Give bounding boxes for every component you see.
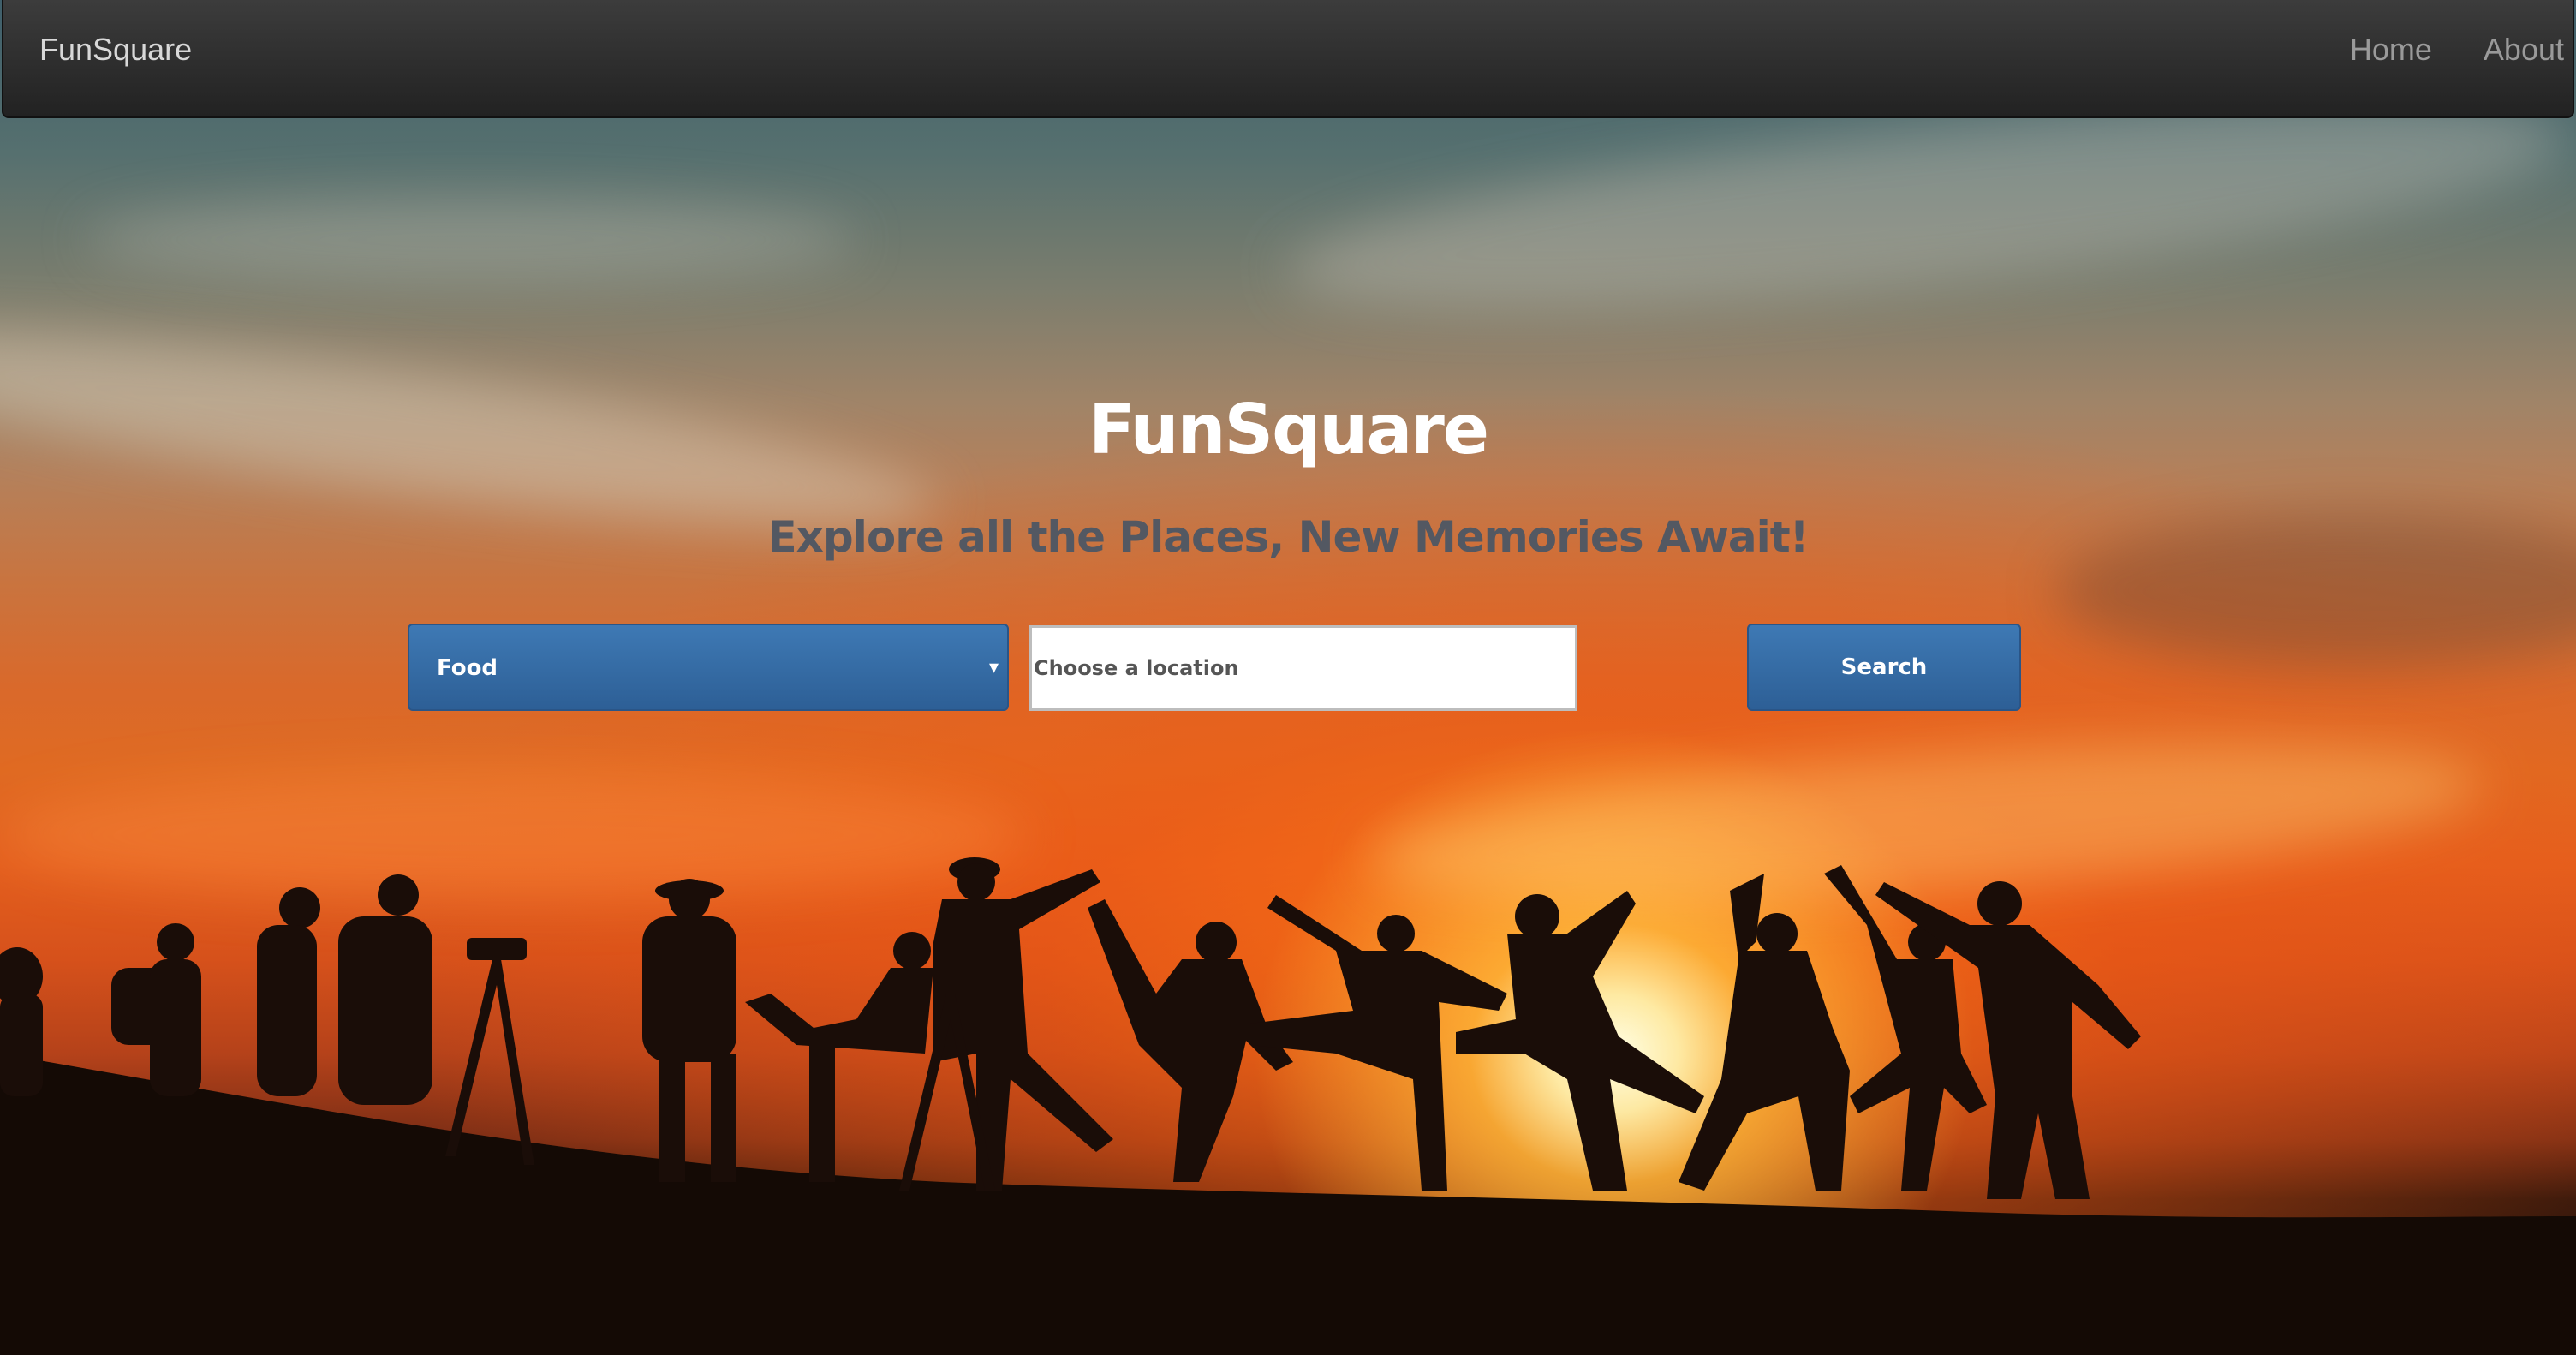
category-select[interactable]: Food ▾	[408, 624, 1009, 711]
hero-title: FunSquare	[1088, 390, 1489, 469]
page: FunSquare Home About FunSquare Explore a…	[0, 0, 2576, 1355]
nav-link-home[interactable]: Home	[2350, 31, 2432, 69]
top-navbar: FunSquare Home About	[2, 0, 2574, 118]
brand-link[interactable]: FunSquare	[39, 31, 192, 69]
caret-down-icon: ▾	[988, 657, 999, 678]
search-button[interactable]: Search	[1747, 624, 2021, 711]
nav-links: Home About	[2350, 31, 2573, 69]
hero-subtitle: Explore all the Places, New Memories Awa…	[767, 512, 1810, 562]
location-input[interactable]	[1029, 625, 1577, 711]
nav-link-about[interactable]: About	[2484, 31, 2564, 69]
category-select-value: Food	[437, 655, 498, 681]
